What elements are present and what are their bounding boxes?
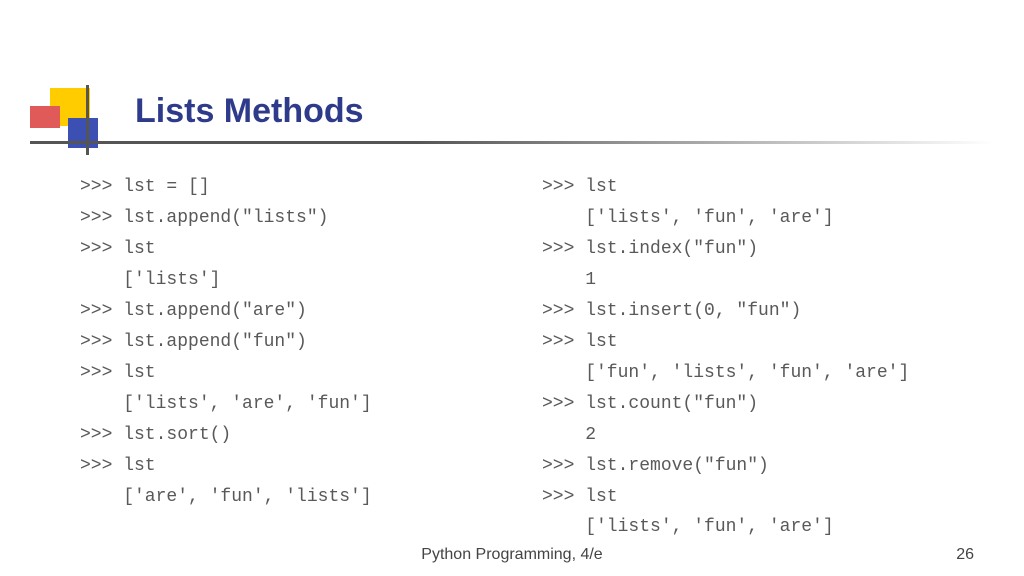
page-number: 26 [956, 546, 974, 564]
title-rule [0, 137, 1024, 151]
code-area: >>> lst = [] >>> lst.append("lists") >>>… [80, 172, 994, 543]
rule-vertical [86, 85, 89, 155]
rule-horizontal [30, 141, 994, 144]
logo-red-square [30, 106, 60, 128]
slide-title: Lists Methods [135, 92, 364, 131]
code-column-right: >>> lst ['lists', 'fun', 'are'] >>> lst.… [542, 172, 994, 543]
footer-text: Python Programming, 4/e [0, 546, 1024, 564]
code-column-left: >>> lst = [] >>> lst.append("lists") >>>… [80, 172, 532, 543]
